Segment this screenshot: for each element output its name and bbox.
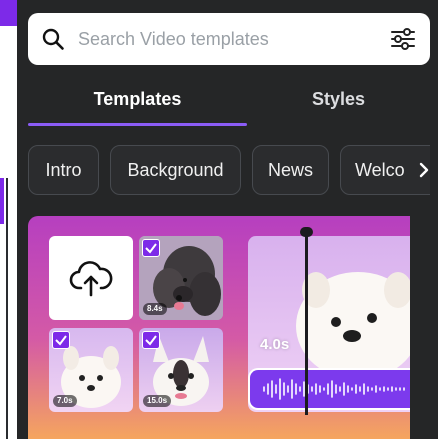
search-input[interactable] — [78, 23, 378, 55]
active-tab-underline — [28, 123, 247, 126]
panel-tabs: Templates Styles — [28, 80, 430, 126]
upload-tile — [49, 236, 133, 320]
chips-scroll-next[interactable] — [406, 146, 430, 194]
left-rail-accent — [0, 0, 17, 26]
tab-templates[interactable]: Templates — [28, 80, 247, 120]
search-bar — [28, 13, 430, 65]
playhead-line — [305, 230, 308, 415]
audio-waveform — [248, 368, 410, 410]
checkmark-icon — [145, 243, 157, 254]
clip-checkbox[interactable] — [52, 331, 70, 349]
clip-checkbox[interactable] — [142, 331, 160, 349]
category-chips: Intro Background News Welco — [28, 145, 430, 195]
chip-intro[interactable]: Intro — [28, 145, 99, 195]
waveform-graphic — [263, 378, 405, 400]
clip-duration: 7.0s — [53, 395, 77, 407]
clip-thumbnail-french-bulldog: 15.0s — [139, 328, 223, 412]
tab-styles[interactable]: Styles — [247, 80, 430, 120]
preview-duration: 4.0s — [260, 336, 290, 353]
clip-duration: 8.4s — [143, 303, 167, 315]
chevron-right-icon — [419, 162, 429, 178]
templates-panel: Templates Styles Intro Background News W… — [17, 0, 438, 439]
clip-duration: 15.0s — [143, 395, 172, 407]
chip-news[interactable]: News — [252, 145, 329, 195]
chip-background[interactable]: Background — [110, 145, 241, 195]
clip-checkbox[interactable] — [142, 239, 160, 257]
playhead-handle — [300, 227, 313, 237]
sliders-icon[interactable] — [390, 27, 416, 51]
checkmark-icon — [145, 335, 157, 346]
left-rail-active-indicator — [0, 178, 4, 224]
template-card[interactable]: 8.4s 7.0s 15.0s 4.0s — [28, 216, 410, 439]
clip-thumbnail-pomeranian: 7.0s — [49, 328, 133, 412]
cloud-upload-icon — [69, 261, 113, 297]
search-icon — [42, 28, 64, 50]
checkmark-icon — [55, 335, 67, 346]
clip-thumbnail-poodle: 8.4s — [139, 236, 223, 320]
